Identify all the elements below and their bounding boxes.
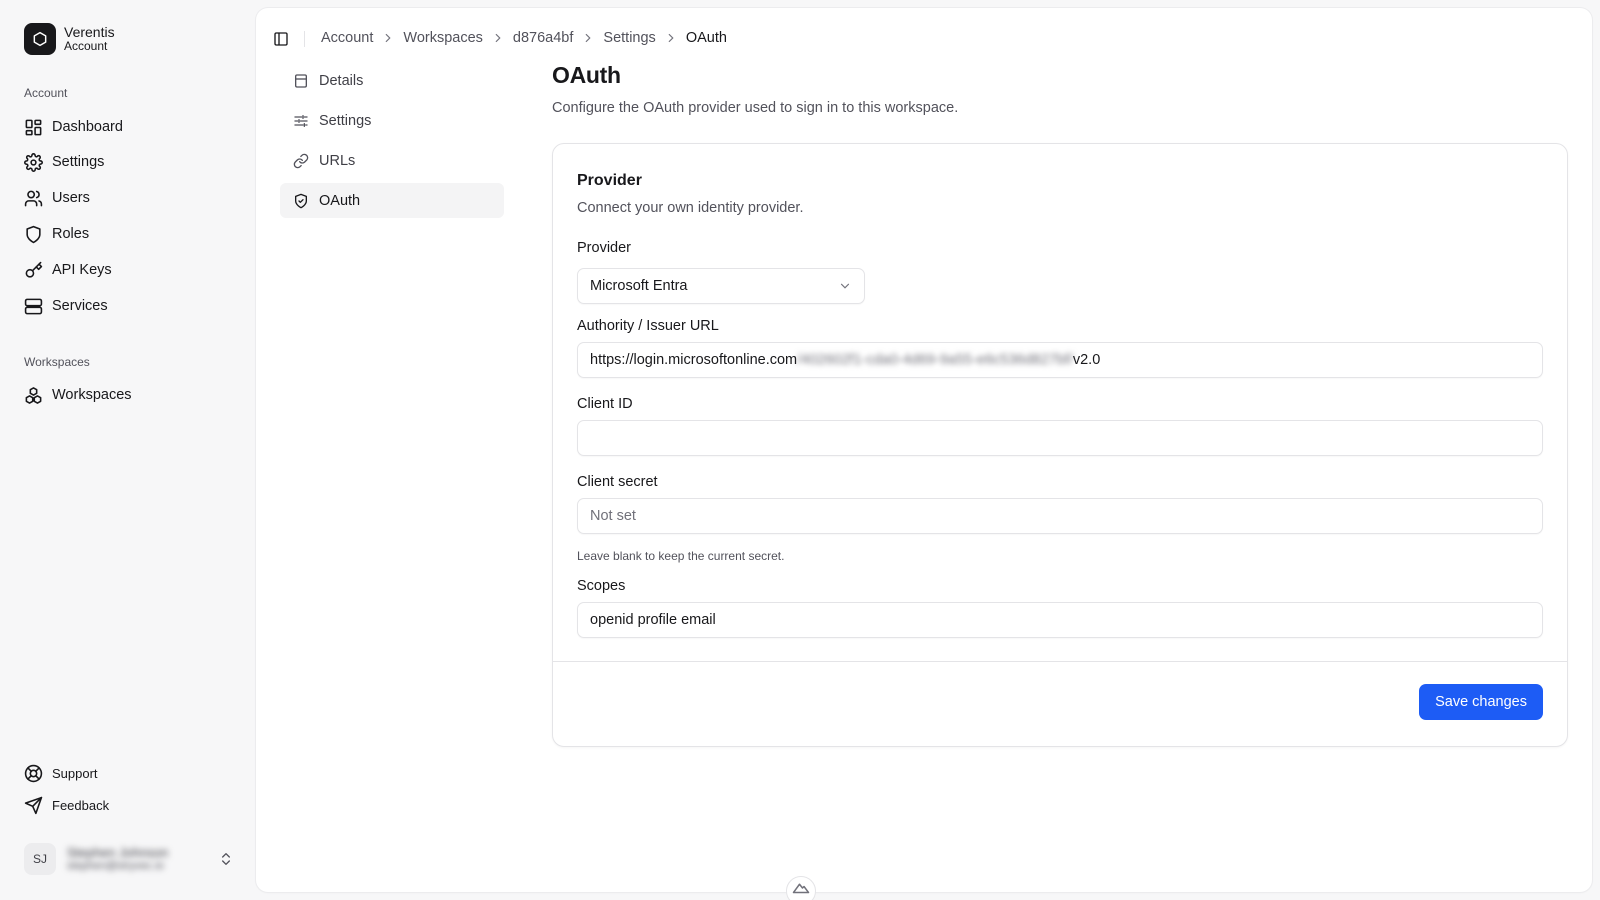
support-label: Support [52, 765, 98, 781]
sidebar-item-api-keys[interactable]: API Keys [24, 256, 112, 284]
sidebar-item-label: API Keys [52, 262, 112, 278]
authority-url-input[interactable]: https://login.microsoftonline.com/402602… [577, 342, 1543, 378]
workspaces-icon [25, 386, 42, 404]
topbar: Account Workspaces d876a4bf Settings OAu… [256, 24, 1592, 52]
file-icon [295, 73, 307, 88]
section-label-workspaces: Workspaces [24, 355, 90, 369]
brand-name: Verentis [64, 24, 115, 41]
feedback-link[interactable]: Feedback [24, 793, 109, 817]
breadcrumb-settings[interactable]: Settings [603, 30, 655, 46]
feedback-label: Feedback [52, 797, 110, 813]
authority-url-suffix: v2.0 [1072, 352, 1101, 368]
support-link[interactable]: Support [24, 761, 98, 785]
chevron-right-icon [586, 33, 591, 43]
divider [304, 31, 305, 47]
brand-subtitle: Account [64, 39, 108, 54]
chevron-right-icon [668, 33, 674, 43]
subnav-label: Details [319, 72, 364, 89]
brand[interactable]: Verentis Account [24, 23, 115, 55]
sliders-icon [294, 114, 308, 127]
scopes-input[interactable]: openid profile email [577, 602, 1543, 638]
subnav-details[interactable]: Details [280, 63, 504, 98]
chevrons-up-down-icon [222, 853, 230, 865]
chevron-right-icon [386, 33, 391, 43]
subnav-label: Settings [319, 112, 372, 129]
avatar: SJ [24, 843, 56, 875]
user-email: stephen@stryvec.io [67, 860, 164, 873]
users-icon [24, 190, 43, 206]
sidebar-item-label: Services [52, 298, 108, 314]
subnav-settings[interactable]: Settings [280, 103, 504, 138]
breadcrumb-workspaces[interactable]: Workspaces [403, 30, 483, 46]
server-icon [24, 298, 43, 314]
sidebar-item-label: Dashboard [52, 119, 123, 135]
key-icon [25, 261, 43, 278]
sidebar-item-services[interactable]: Services [24, 292, 108, 320]
subnav-urls[interactable]: URLs [280, 143, 504, 178]
authority-label: Authority / Issuer URL [577, 318, 719, 334]
card-footer-divider [553, 661, 1567, 662]
client-id-input[interactable] [577, 420, 1543, 456]
sidebar-item-label: Workspaces [52, 387, 132, 403]
authority-url-tenant: /402602f1-cda0-4d69-9a55-e6c536d827bf/ [797, 352, 1073, 368]
mountain-logo-icon [786, 876, 816, 900]
sidebar-item-roles[interactable]: Roles [24, 220, 89, 248]
chevron-right-icon [495, 33, 501, 43]
main-panel: Account Workspaces d876a4bf Settings OAu… [256, 8, 1592, 892]
client-secret-input[interactable]: Not set [577, 498, 1543, 534]
client-secret-hint: Leave blank to keep the current secret. [577, 549, 785, 563]
link-icon [293, 153, 309, 168]
client-id-label: Client ID [577, 396, 633, 412]
chevron-down-icon [840, 283, 850, 289]
sidebar-item-label: Roles [52, 226, 90, 242]
panel-left-icon [274, 32, 288, 46]
life-buoy-icon [24, 764, 43, 782]
breadcrumb: Account Workspaces d876a4bf Settings OAu… [321, 24, 727, 52]
client-secret-label: Client secret [577, 474, 658, 490]
sidebar-item-label: Settings [52, 154, 105, 170]
shield-icon [26, 225, 41, 243]
breadcrumb-workspace-id[interactable]: d876a4bf [513, 30, 573, 46]
sidebar-toggle-button[interactable] [270, 28, 292, 50]
sidebar-item-settings[interactable]: Settings [24, 148, 104, 176]
provider-select[interactable]: Microsoft Entra [577, 268, 865, 304]
sidebar-item-users[interactable]: Users [24, 184, 90, 212]
app-sidebar: Verentis Account Account Dashboard Setti… [0, 0, 256, 900]
gear-icon [24, 152, 43, 172]
sidebar-item-label: Users [52, 190, 90, 206]
scopes-label: Scopes [577, 578, 626, 594]
authority-url-prefix: https://login.microsoftonline.com [590, 352, 798, 368]
subnav-oauth[interactable]: OAuth [280, 183, 504, 218]
breadcrumb-current: OAuth [685, 30, 727, 46]
provider-label: Provider [577, 240, 631, 256]
subnav-label: URLs [319, 152, 356, 169]
user-menu[interactable]: SJ Stephen Johnson stephen@stryvec.io [24, 842, 234, 876]
provider-card: Provider Connect your own identity provi… [552, 143, 1568, 747]
scopes-value: openid profile email [590, 612, 716, 628]
sidebar-item-workspaces[interactable]: Workspaces [24, 381, 132, 409]
sidebar-item-dashboard[interactable]: Dashboard [24, 113, 123, 141]
hexagon-logo-icon [24, 23, 56, 55]
client-secret-placeholder: Not set [590, 508, 636, 524]
page-title: OAuth [552, 62, 621, 88]
card-title: Provider [577, 172, 642, 189]
layout-grid-icon [25, 119, 42, 135]
shield-check-icon [295, 193, 307, 208]
section-label-account: Account [24, 86, 68, 100]
send-icon [24, 796, 43, 814]
user-name: Stephen Johnson [67, 844, 169, 860]
page-description: Configure the OAuth provider used to sig… [552, 100, 959, 116]
provider-value: Microsoft Entra [590, 278, 688, 294]
save-changes-button[interactable]: Save changes [1419, 684, 1543, 720]
card-description: Connect your own identity provider. [577, 200, 804, 216]
subnav-label: OAuth [319, 192, 361, 209]
breadcrumb-account[interactable]: Account [321, 30, 373, 46]
